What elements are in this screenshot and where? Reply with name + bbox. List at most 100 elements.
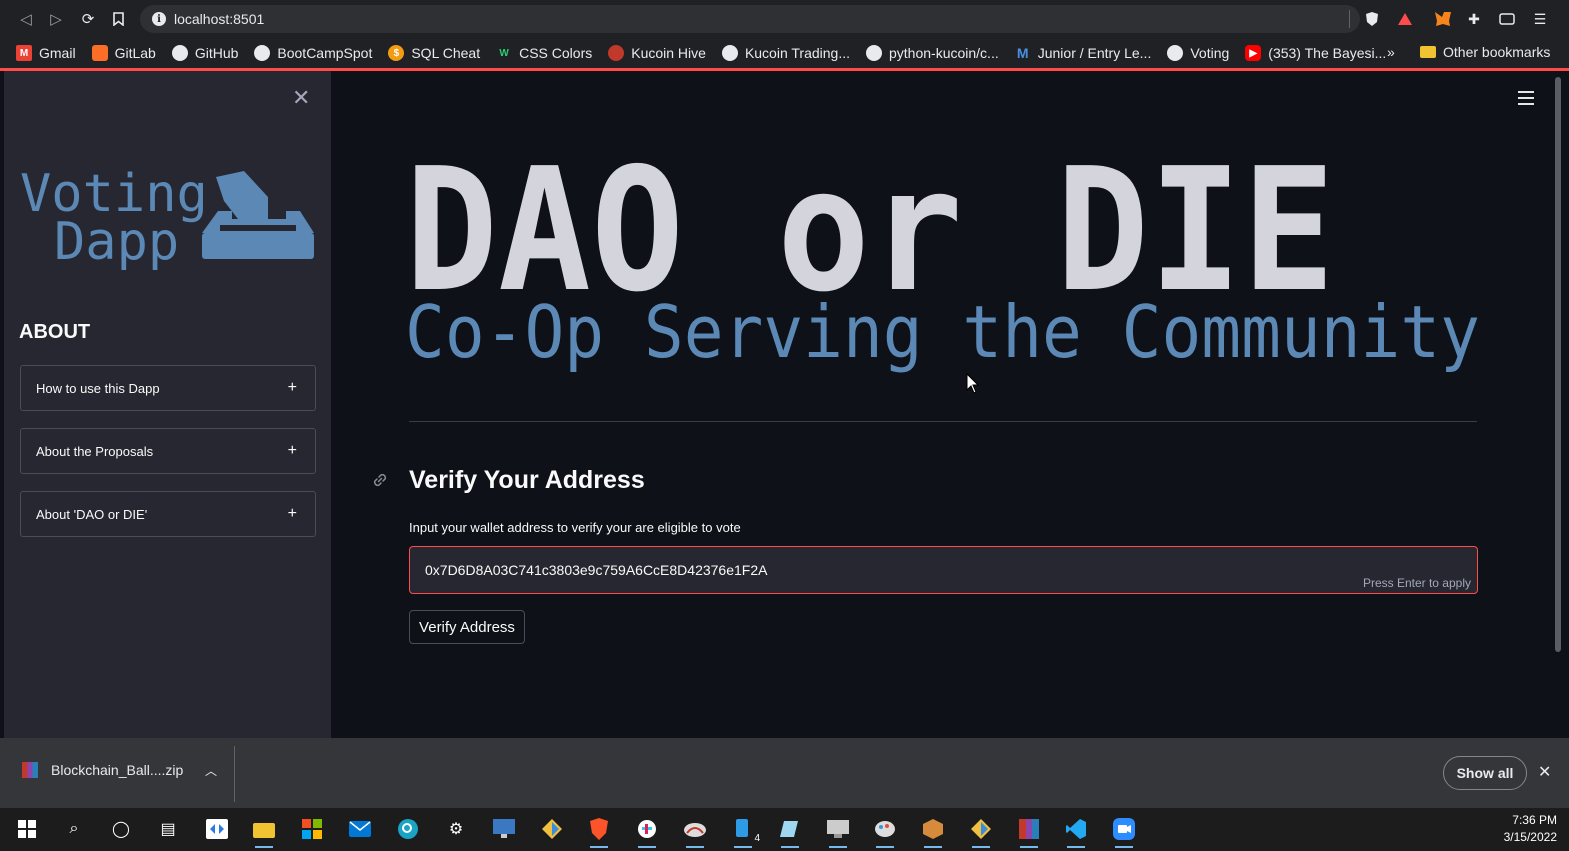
bookmark-label: (353) The Bayesi... bbox=[1268, 45, 1387, 61]
plus-icon: + bbox=[287, 505, 297, 522]
download-filename: Blockchain_Ball....zip bbox=[51, 762, 184, 778]
svg-text:Dapp: Dapp bbox=[54, 212, 179, 272]
mouse-cursor-icon bbox=[966, 373, 980, 394]
voting-dapp-logo: Voting Dapp bbox=[20, 167, 314, 272]
github-icon bbox=[171, 45, 188, 61]
gmail-icon: M bbox=[16, 45, 32, 61]
bookmark-youtube[interactable]: ▶ (353) The Bayesi... bbox=[1245, 45, 1386, 61]
bookmark-label: Junior / Entry Le... bbox=[1037, 45, 1152, 61]
zoom-icon[interactable] bbox=[1111, 816, 1137, 848]
search-app-icon[interactable] bbox=[395, 816, 421, 842]
remote-desktop-icon[interactable] bbox=[491, 816, 517, 842]
bookmark-sql-cheat[interactable]: $ SQL Cheat bbox=[388, 45, 480, 61]
download-item[interactable]: Blockchain_Ball....zip bbox=[22, 762, 183, 778]
more-bookmarks-button[interactable]: » bbox=[1387, 44, 1395, 60]
bookmark-github[interactable]: GitHub bbox=[171, 45, 238, 61]
press-enter-hint: Press Enter to apply bbox=[1362, 576, 1471, 590]
file-explorer-icon[interactable] bbox=[251, 816, 277, 848]
verify-address-button[interactable]: Verify Address bbox=[409, 610, 525, 644]
slack-icon[interactable] bbox=[634, 816, 660, 848]
streamlit-app: ✕ Voting Dapp ABOUT How to use this Dapp… bbox=[0, 71, 1569, 738]
hive-icon bbox=[608, 45, 625, 61]
app-icon-1[interactable] bbox=[204, 816, 230, 842]
brave-shield-icon[interactable] bbox=[1362, 9, 1382, 29]
notes-app-icon[interactable] bbox=[777, 816, 803, 848]
url-separator bbox=[1349, 10, 1350, 28]
hamburger-menu-icon[interactable] bbox=[1518, 91, 1534, 109]
phone-app-icon[interactable]: 4 bbox=[730, 816, 760, 848]
brave-browser-icon[interactable] bbox=[586, 816, 612, 848]
site-info-icon[interactable]: i bbox=[152, 12, 166, 26]
about-heading: ABOUT bbox=[19, 321, 91, 343]
address-bar[interactable]: i localhost:8501 bbox=[140, 5, 1360, 33]
plus-icon: + bbox=[287, 442, 297, 459]
paint-app-icon[interactable] bbox=[872, 816, 898, 848]
extensions-icon[interactable]: ✚ bbox=[1464, 9, 1484, 29]
reload-icon[interactable]: ⟳ bbox=[73, 4, 103, 34]
bookmark-kucoin-trading[interactable]: Kucoin Trading... bbox=[721, 45, 850, 61]
clock-time: 7:36 PM bbox=[1512, 813, 1557, 827]
bookmark-bootcampspot[interactable]: BootCampSpot bbox=[254, 45, 372, 61]
wallet-address-field[interactable]: Press Enter to apply bbox=[409, 546, 1478, 594]
bookmarks-bar: M Gmail GitLab GitHub BootCampSpot $ SQL C… bbox=[0, 38, 1569, 68]
youtube-icon: ▶ bbox=[1245, 45, 1262, 61]
sidebar-close-icon[interactable]: ✕ bbox=[292, 85, 310, 111]
bookmark-junior-entry[interactable]: M Junior / Entry Le... bbox=[1015, 45, 1152, 61]
brave-rewards-icon[interactable] bbox=[1395, 9, 1415, 29]
forward-icon[interactable]: ▷ bbox=[41, 4, 71, 34]
expander-about-dao-or-die[interactable]: About 'DAO or DIE' + bbox=[20, 491, 316, 537]
menu-icon[interactable]: ☰ bbox=[1530, 9, 1550, 29]
globe-icon bbox=[1167, 45, 1184, 61]
expander-label: How to use this Dapp bbox=[36, 380, 160, 396]
github-icon bbox=[866, 45, 882, 61]
chevron-up-icon[interactable]: ︿ bbox=[205, 762, 217, 779]
other-bookmarks[interactable]: Other bookmarks bbox=[1420, 44, 1550, 60]
package-app-icon[interactable] bbox=[920, 816, 946, 848]
winrar-icon[interactable] bbox=[1016, 816, 1042, 848]
bookmark-voting[interactable]: Voting bbox=[1167, 45, 1229, 61]
bookmark-icon[interactable] bbox=[103, 4, 133, 34]
wallet-input-label: Input your wallet address to verify your… bbox=[409, 520, 741, 535]
zip-file-icon bbox=[22, 762, 38, 778]
windows-taskbar: ⌕ ◯ ▤ ⚙ 4 7:36 PM 3/15/2022 bbox=[0, 808, 1569, 851]
expander-about-proposals[interactable]: About the Proposals + bbox=[20, 428, 316, 474]
other-bookmarks-label: Other bookmarks bbox=[1443, 44, 1551, 60]
monitor-app-icon[interactable] bbox=[825, 816, 851, 848]
show-all-button[interactable]: Show all bbox=[1443, 756, 1527, 790]
cloud-app-icon[interactable] bbox=[682, 816, 708, 848]
settings-icon[interactable]: ⚙ bbox=[443, 816, 469, 842]
dao-or-die-banner: DAO or DIE Co-Op Serving the Community bbox=[405, 161, 1480, 374]
git-tool-icon[interactable] bbox=[968, 816, 994, 848]
task-view-icon[interactable]: ▤ bbox=[155, 816, 181, 842]
wallet-icon[interactable] bbox=[1497, 9, 1517, 29]
expander-how-to-use[interactable]: How to use this Dapp + bbox=[20, 365, 316, 411]
bookmark-css-colors[interactable]: W CSS Colors bbox=[496, 45, 592, 61]
gitlab-icon bbox=[91, 45, 108, 61]
bookmark-gmail[interactable]: M Gmail bbox=[16, 45, 76, 61]
expander-label: About 'DAO or DIE' bbox=[36, 506, 148, 522]
search-icon[interactable]: ⌕ bbox=[61, 816, 87, 842]
page-scrollbar[interactable] bbox=[1555, 77, 1561, 652]
mail-icon[interactable] bbox=[347, 816, 373, 842]
badge-count: 4 bbox=[754, 833, 760, 844]
plus-icon: + bbox=[287, 379, 297, 396]
vscode-icon[interactable] bbox=[1063, 816, 1089, 848]
bookmark-kucoin-hive[interactable]: Kucoin Hive bbox=[608, 45, 706, 61]
windows-start-icon[interactable] bbox=[14, 816, 40, 842]
divider bbox=[409, 421, 1477, 422]
back-icon[interactable]: ◁ bbox=[11, 4, 41, 34]
bookmark-label: BootCampSpot bbox=[277, 45, 373, 61]
wallet-address-input[interactable] bbox=[410, 547, 1477, 593]
system-clock[interactable]: 7:36 PM 3/15/2022 bbox=[1500, 812, 1557, 846]
git-icon[interactable] bbox=[539, 816, 565, 842]
url-text: localhost:8501 bbox=[174, 11, 265, 27]
bookmark-gitlab[interactable]: GitLab bbox=[91, 45, 156, 61]
store-icon[interactable] bbox=[299, 816, 325, 842]
close-icon[interactable]: ✕ bbox=[1538, 762, 1551, 782]
bookmark-label: GitLab bbox=[114, 45, 156, 61]
anchor-link-icon[interactable] bbox=[371, 471, 389, 494]
svg-text:Co-Op Serving the Community: Co-Op Serving the Community bbox=[405, 290, 1480, 374]
metamask-icon[interactable] bbox=[1433, 9, 1453, 29]
cortana-icon[interactable]: ◯ bbox=[108, 816, 134, 842]
bookmark-python-kucoin[interactable]: python-kucoin/c... bbox=[866, 45, 999, 61]
